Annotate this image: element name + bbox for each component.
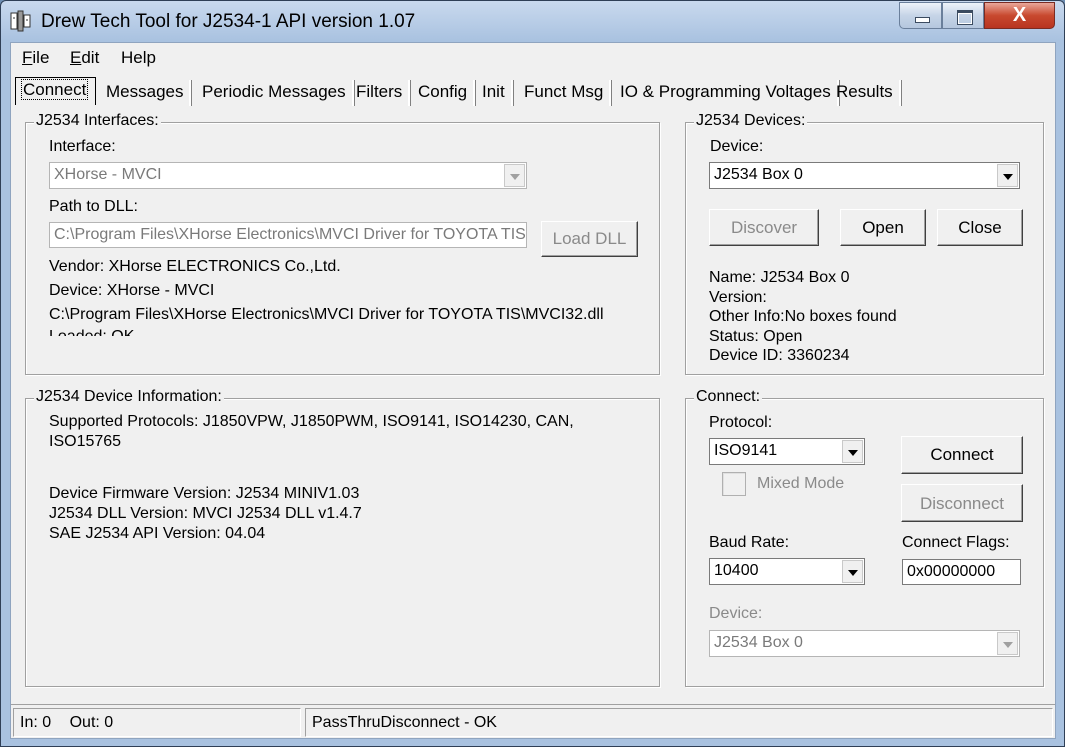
supported-protocols-text-continued: ISO15765 bbox=[49, 433, 122, 450]
connect-device-select-value: J2534 Box 0 bbox=[714, 634, 803, 651]
api-version-text: SAE J2534 API Version: 04.04 bbox=[49, 525, 266, 542]
window-title: Drew Tech Tool for J2534-1 API version 1… bbox=[41, 11, 416, 32]
protocol-label: Protocol: bbox=[709, 414, 773, 431]
device-version-text: Version: bbox=[709, 289, 767, 306]
tab-results[interactable]: Results bbox=[830, 80, 901, 106]
chevron-down-icon bbox=[842, 560, 863, 583]
path-to-dll-label: Path to DLL: bbox=[49, 198, 138, 215]
device-name-text: Name: J2534 Box 0 bbox=[709, 269, 850, 286]
menu-file[interactable]: File bbox=[22, 48, 49, 68]
protocol-select[interactable]: ISO9141 bbox=[709, 438, 865, 465]
connect-group-title: Connect: bbox=[694, 388, 763, 406]
chevron-down-icon bbox=[842, 440, 863, 463]
connect-group: Connect: Protocol: ISO9141 Connect Mixed… bbox=[685, 388, 1044, 687]
chevron-down-icon bbox=[997, 164, 1018, 187]
load-dll-button[interactable]: Load DLL bbox=[541, 221, 638, 257]
menu-edit-hotkey: E bbox=[70, 48, 82, 67]
dll-version-text: J2534 DLL Version: MVCI J2534 DLL v1.4.7 bbox=[49, 505, 362, 522]
dll-info-area: C:\Program Files\XHorse Electronics\MVCI… bbox=[49, 304, 649, 336]
app-window: Drew Tech Tool for J2534-1 API version 1… bbox=[0, 0, 1065, 747]
tab-strip: Connect Messages Periodic Messages Filte… bbox=[15, 77, 1055, 106]
device-information-group-title: J2534 Device Information: bbox=[34, 388, 224, 406]
menu-edit-label: dit bbox=[81, 48, 100, 67]
interfaces-group-title: J2534 Interfaces: bbox=[34, 112, 161, 130]
interface-select[interactable]: XHorse - MVCI bbox=[49, 162, 527, 189]
baud-rate-select-value: 10400 bbox=[714, 562, 759, 579]
chevron-down-icon bbox=[504, 164, 525, 187]
device-text: Device: XHorse - MVCI bbox=[49, 282, 215, 299]
status-out-count: Out: 0 bbox=[69, 714, 114, 731]
menu-bar: File Edit Help bbox=[11, 43, 1055, 70]
title-bar[interactable]: Drew Tech Tool for J2534-1 API version 1… bbox=[1, 1, 1064, 41]
status-pane-counters: In: 0 Out: 0 bbox=[13, 708, 301, 737]
menu-file-label: ile bbox=[32, 48, 50, 67]
tab-connect[interactable]: Connect bbox=[15, 77, 96, 105]
close-icon: X bbox=[1012, 4, 1027, 26]
device-information-group: J2534 Device Information: Supported Prot… bbox=[25, 388, 660, 687]
interfaces-group: J2534 Interfaces: Interface: XHorse - MV… bbox=[25, 112, 660, 375]
app-icon bbox=[10, 10, 31, 32]
connect-button[interactable]: Connect bbox=[901, 436, 1023, 474]
tab-init[interactable]: Init bbox=[476, 80, 513, 106]
devices-group: J2534 Devices: Device: J2534 Box 0 Disco… bbox=[685, 112, 1044, 375]
firmware-version-text: Device Firmware Version: J2534 MINIV1.03 bbox=[49, 485, 360, 502]
baud-rate-select[interactable]: 10400 bbox=[709, 558, 865, 585]
device-status-text: Status: Open bbox=[709, 328, 803, 345]
disconnect-button[interactable]: Disconnect bbox=[901, 484, 1023, 522]
interface-select-value: XHorse - MVCI bbox=[54, 166, 162, 183]
minimize-button[interactable] bbox=[899, 2, 942, 29]
tab-io-programming-voltages[interactable]: IO & Programming Voltages bbox=[614, 80, 839, 106]
close-window-button[interactable]: X bbox=[984, 2, 1055, 29]
maximize-button[interactable] bbox=[942, 2, 984, 29]
tab-config[interactable]: Config bbox=[412, 80, 476, 106]
status-in-count: In: 0 bbox=[20, 714, 52, 731]
connect-flags-field[interactable]: 0x00000000 bbox=[902, 559, 1021, 585]
dll-loaded-text: Loaded: OK bbox=[49, 328, 134, 336]
status-message: PassThruDisconnect - OK bbox=[305, 708, 1053, 737]
client-area: File Edit Help Connect Messages Periodic… bbox=[10, 42, 1056, 739]
baud-rate-label: Baud Rate: bbox=[709, 534, 790, 551]
dll-path-text: C:\Program Files\XHorse Electronics\MVCI… bbox=[49, 306, 604, 323]
device-id-text: Device ID: 3360234 bbox=[709, 347, 850, 364]
open-button[interactable]: Open bbox=[840, 209, 926, 246]
mixed-mode-label: Mixed Mode bbox=[757, 475, 845, 492]
supported-protocols-text: Supported Protocols: J1850VPW, J1850PWM,… bbox=[49, 413, 574, 430]
connect-flags-label: Connect Flags: bbox=[902, 534, 1010, 551]
tab-filters[interactable]: Filters bbox=[350, 80, 411, 106]
protocol-select-value: ISO9141 bbox=[714, 442, 778, 459]
tab-connect-label: Connect bbox=[20, 79, 89, 100]
interface-label: Interface: bbox=[49, 138, 116, 155]
menu-help[interactable]: Help bbox=[121, 48, 156, 68]
menu-file-hotkey: F bbox=[22, 48, 33, 67]
tab-funct-msg[interactable]: Funct Msg bbox=[518, 80, 612, 106]
discover-button[interactable]: Discover bbox=[709, 209, 819, 246]
devices-group-title: J2534 Devices: bbox=[694, 112, 808, 130]
tab-periodic-messages[interactable]: Periodic Messages bbox=[196, 80, 354, 106]
device-label: Device: bbox=[710, 138, 764, 155]
tab-messages[interactable]: Messages bbox=[100, 80, 192, 106]
status-bar: In: 0 Out: 0 PassThruDisconnect - OK bbox=[11, 704, 1055, 738]
device-select[interactable]: J2534 Box 0 bbox=[709, 162, 1020, 189]
device-select-value: J2534 Box 0 bbox=[714, 166, 803, 183]
path-to-dll-field[interactable]: C:\Program Files\XHorse Electronics\MVCI… bbox=[49, 222, 527, 248]
menu-edit[interactable]: Edit bbox=[70, 48, 99, 68]
connect-device-label: Device: bbox=[709, 605, 763, 622]
mixed-mode-checkbox[interactable] bbox=[722, 472, 746, 496]
close-button[interactable]: Close bbox=[937, 209, 1023, 246]
vendor-text: Vendor: XHorse ELECTRONICS Co.,Ltd. bbox=[49, 258, 341, 275]
connect-device-select[interactable]: J2534 Box 0 bbox=[709, 630, 1020, 657]
device-other-info-text: Other Info:No boxes found bbox=[709, 308, 897, 325]
chevron-down-icon bbox=[997, 632, 1018, 655]
